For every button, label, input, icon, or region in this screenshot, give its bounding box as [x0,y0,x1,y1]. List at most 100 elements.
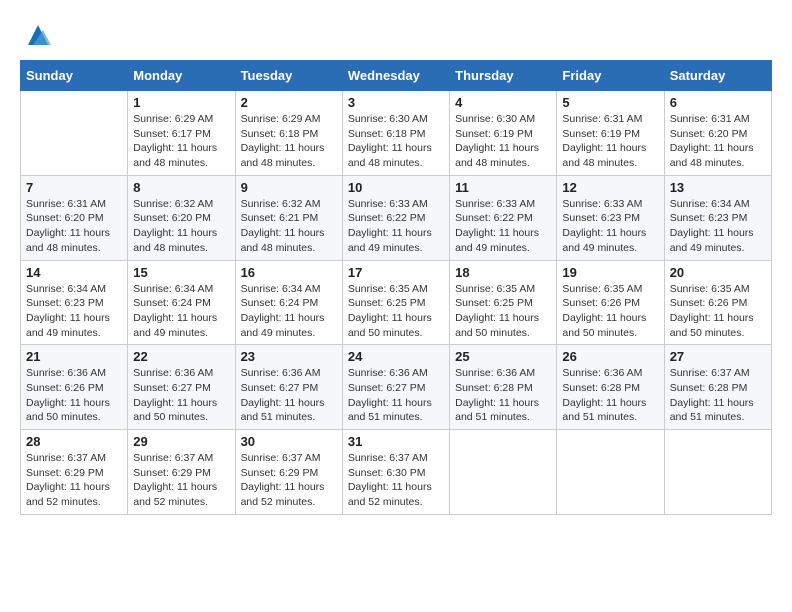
day-number: 28 [26,434,122,449]
day-info: Sunrise: 6:36 AM Sunset: 6:27 PM Dayligh… [133,366,229,425]
day-info: Sunrise: 6:36 AM Sunset: 6:27 PM Dayligh… [348,366,444,425]
header-cell-thursday: Thursday [450,61,557,91]
day-info: Sunrise: 6:36 AM Sunset: 6:26 PM Dayligh… [26,366,122,425]
day-cell: 18Sunrise: 6:35 AM Sunset: 6:25 PM Dayli… [450,260,557,345]
day-cell: 28 Sunrise: 6:37 AM Sunset: 6:29 PM Dayli… [21,430,128,515]
day-number: 30 [241,434,337,449]
day-info: Sunrise: 6:37 AM Sunset: 6:29 PM Dayligh… [26,451,122,510]
day-number: 17 [348,265,444,280]
day-info: Sunrise: 6:35 AM Sunset: 6:26 PM Dayligh… [670,282,766,341]
day-number: 9 [241,180,337,195]
day-cell: 12 Sunrise: 6:33 AM Sunset: 6:23 PM Dayli… [557,175,664,260]
day-number: 8 [133,180,229,195]
day-number: 31 [348,434,444,449]
day-number: 21 [26,349,122,364]
day-number: 20 [670,265,766,280]
header-cell-wednesday: Wednesday [342,61,449,91]
day-cell: 15 Sunrise: 6:34 AM Sunset: 6:24 PM Dayli… [128,260,235,345]
day-info: Sunrise: 6:33 AM Sunset: 6:22 PM Dayligh… [348,197,444,256]
day-info: Sunrise: 6:34 AM Sunset: 6:23 PM Dayligh… [670,197,766,256]
day-number: 16 [241,265,337,280]
day-number: 25 [455,349,551,364]
calendar-body: 1 Sunrise: 6:29 AM Sunset: 6:17 PM Daylig… [21,91,772,515]
week-row-1: 1 Sunrise: 6:29 AM Sunset: 6:17 PM Daylig… [21,91,772,176]
day-info: Sunrise: 6:34 AM Sunset: 6:23 PM Dayligh… [26,282,122,341]
day-number: 23 [241,349,337,364]
day-cell: 31 Sunrise: 6:37 AM Sunset: 6:30 PM Dayli… [342,430,449,515]
day-info: Sunrise: 6:36 AM Sunset: 6:28 PM Dayligh… [562,366,658,425]
day-info: Sunrise: 6:36 AM Sunset: 6:27 PM Dayligh… [241,366,337,425]
day-info: Sunrise: 6:37 AM Sunset: 6:29 PM Dayligh… [133,451,229,510]
day-info: Sunrise: 6:33 AM Sunset: 6:23 PM Dayligh… [562,197,658,256]
day-number: 19 [562,265,658,280]
calendar-table: SundayMondayTuesdayWednesdayThursdayFrid… [20,60,772,515]
week-row-3: 14 Sunrise: 6:34 AM Sunset: 6:23 PM Dayli… [21,260,772,345]
day-info: Sunrise: 6:29 AM Sunset: 6:18 PM Dayligh… [241,112,337,171]
day-number: 15 [133,265,229,280]
day-number: 29 [133,434,229,449]
day-cell: 4 Sunrise: 6:30 AM Sunset: 6:19 PM Daylig… [450,91,557,176]
day-info: Sunrise: 6:37 AM Sunset: 6:28 PM Dayligh… [670,366,766,425]
day-cell: 26 Sunrise: 6:36 AM Sunset: 6:28 PM Dayli… [557,345,664,430]
header-cell-saturday: Saturday [664,61,771,91]
day-number: 1 [133,95,229,110]
day-number: 22 [133,349,229,364]
day-cell: 29 Sunrise: 6:37 AM Sunset: 6:29 PM Dayli… [128,430,235,515]
day-info: Sunrise: 6:37 AM Sunset: 6:29 PM Dayligh… [241,451,337,510]
day-cell: 21 Sunrise: 6:36 AM Sunset: 6:26 PM Dayli… [21,345,128,430]
day-info: Sunrise: 6:35 AM Sunset: 6:25 PM Dayligh… [455,282,551,341]
day-number: 4 [455,95,551,110]
day-number: 7 [26,180,122,195]
day-info: Sunrise: 6:34 AM Sunset: 6:24 PM Dayligh… [133,282,229,341]
day-cell: 14 Sunrise: 6:34 AM Sunset: 6:23 PM Dayli… [21,260,128,345]
day-info: Sunrise: 6:37 AM Sunset: 6:30 PM Dayligh… [348,451,444,510]
day-cell: 5Sunrise: 6:31 AM Sunset: 6:19 PM Daylig… [557,91,664,176]
day-number: 10 [348,180,444,195]
day-info: Sunrise: 6:31 AM Sunset: 6:20 PM Dayligh… [26,197,122,256]
day-cell: 13 Sunrise: 6:34 AM Sunset: 6:23 PM Dayli… [664,175,771,260]
header-row: SundayMondayTuesdayWednesdayThursdayFrid… [21,61,772,91]
day-cell [21,91,128,176]
day-cell: 9 Sunrise: 6:32 AM Sunset: 6:21 PM Daylig… [235,175,342,260]
day-number: 11 [455,180,551,195]
day-cell: 17 Sunrise: 6:35 AM Sunset: 6:25 PM Dayli… [342,260,449,345]
week-row-5: 28 Sunrise: 6:37 AM Sunset: 6:29 PM Dayli… [21,430,772,515]
header-cell-monday: Monday [128,61,235,91]
day-number: 3 [348,95,444,110]
day-number: 2 [241,95,337,110]
day-info: Sunrise: 6:30 AM Sunset: 6:19 PM Dayligh… [455,112,551,171]
day-cell: 2 Sunrise: 6:29 AM Sunset: 6:18 PM Daylig… [235,91,342,176]
calendar-header: SundayMondayTuesdayWednesdayThursdayFrid… [21,61,772,91]
day-info: Sunrise: 6:34 AM Sunset: 6:24 PM Dayligh… [241,282,337,341]
logo-icon [23,20,53,50]
day-cell: 22 Sunrise: 6:36 AM Sunset: 6:27 PM Dayli… [128,345,235,430]
header-cell-sunday: Sunday [21,61,128,91]
day-cell: 24Sunrise: 6:36 AM Sunset: 6:27 PM Dayli… [342,345,449,430]
day-info: Sunrise: 6:30 AM Sunset: 6:18 PM Dayligh… [348,112,444,171]
day-cell: 11 Sunrise: 6:33 AM Sunset: 6:22 PM Dayli… [450,175,557,260]
day-cell: 3 Sunrise: 6:30 AM Sunset: 6:18 PM Daylig… [342,91,449,176]
day-number: 26 [562,349,658,364]
day-cell: 1 Sunrise: 6:29 AM Sunset: 6:17 PM Daylig… [128,91,235,176]
day-info: Sunrise: 6:35 AM Sunset: 6:25 PM Dayligh… [348,282,444,341]
day-cell [450,430,557,515]
day-number: 27 [670,349,766,364]
day-cell: 25 Sunrise: 6:36 AM Sunset: 6:28 PM Dayli… [450,345,557,430]
page-header [20,20,772,50]
day-info: Sunrise: 6:32 AM Sunset: 6:21 PM Dayligh… [241,197,337,256]
day-info: Sunrise: 6:36 AM Sunset: 6:28 PM Dayligh… [455,366,551,425]
day-info: Sunrise: 6:31 AM Sunset: 6:20 PM Dayligh… [670,112,766,171]
day-cell: 27 Sunrise: 6:37 AM Sunset: 6:28 PM Dayli… [664,345,771,430]
day-number: 13 [670,180,766,195]
day-cell: 10 Sunrise: 6:33 AM Sunset: 6:22 PM Dayli… [342,175,449,260]
day-cell [664,430,771,515]
day-cell: 23 Sunrise: 6:36 AM Sunset: 6:27 PM Dayli… [235,345,342,430]
day-cell: 30 Sunrise: 6:37 AM Sunset: 6:29 PM Dayli… [235,430,342,515]
day-cell [557,430,664,515]
day-info: Sunrise: 6:29 AM Sunset: 6:17 PM Dayligh… [133,112,229,171]
week-row-2: 7 Sunrise: 6:31 AM Sunset: 6:20 PM Daylig… [21,175,772,260]
day-info: Sunrise: 6:33 AM Sunset: 6:22 PM Dayligh… [455,197,551,256]
day-cell: 16 Sunrise: 6:34 AM Sunset: 6:24 PM Dayli… [235,260,342,345]
day-number: 12 [562,180,658,195]
day-number: 14 [26,265,122,280]
